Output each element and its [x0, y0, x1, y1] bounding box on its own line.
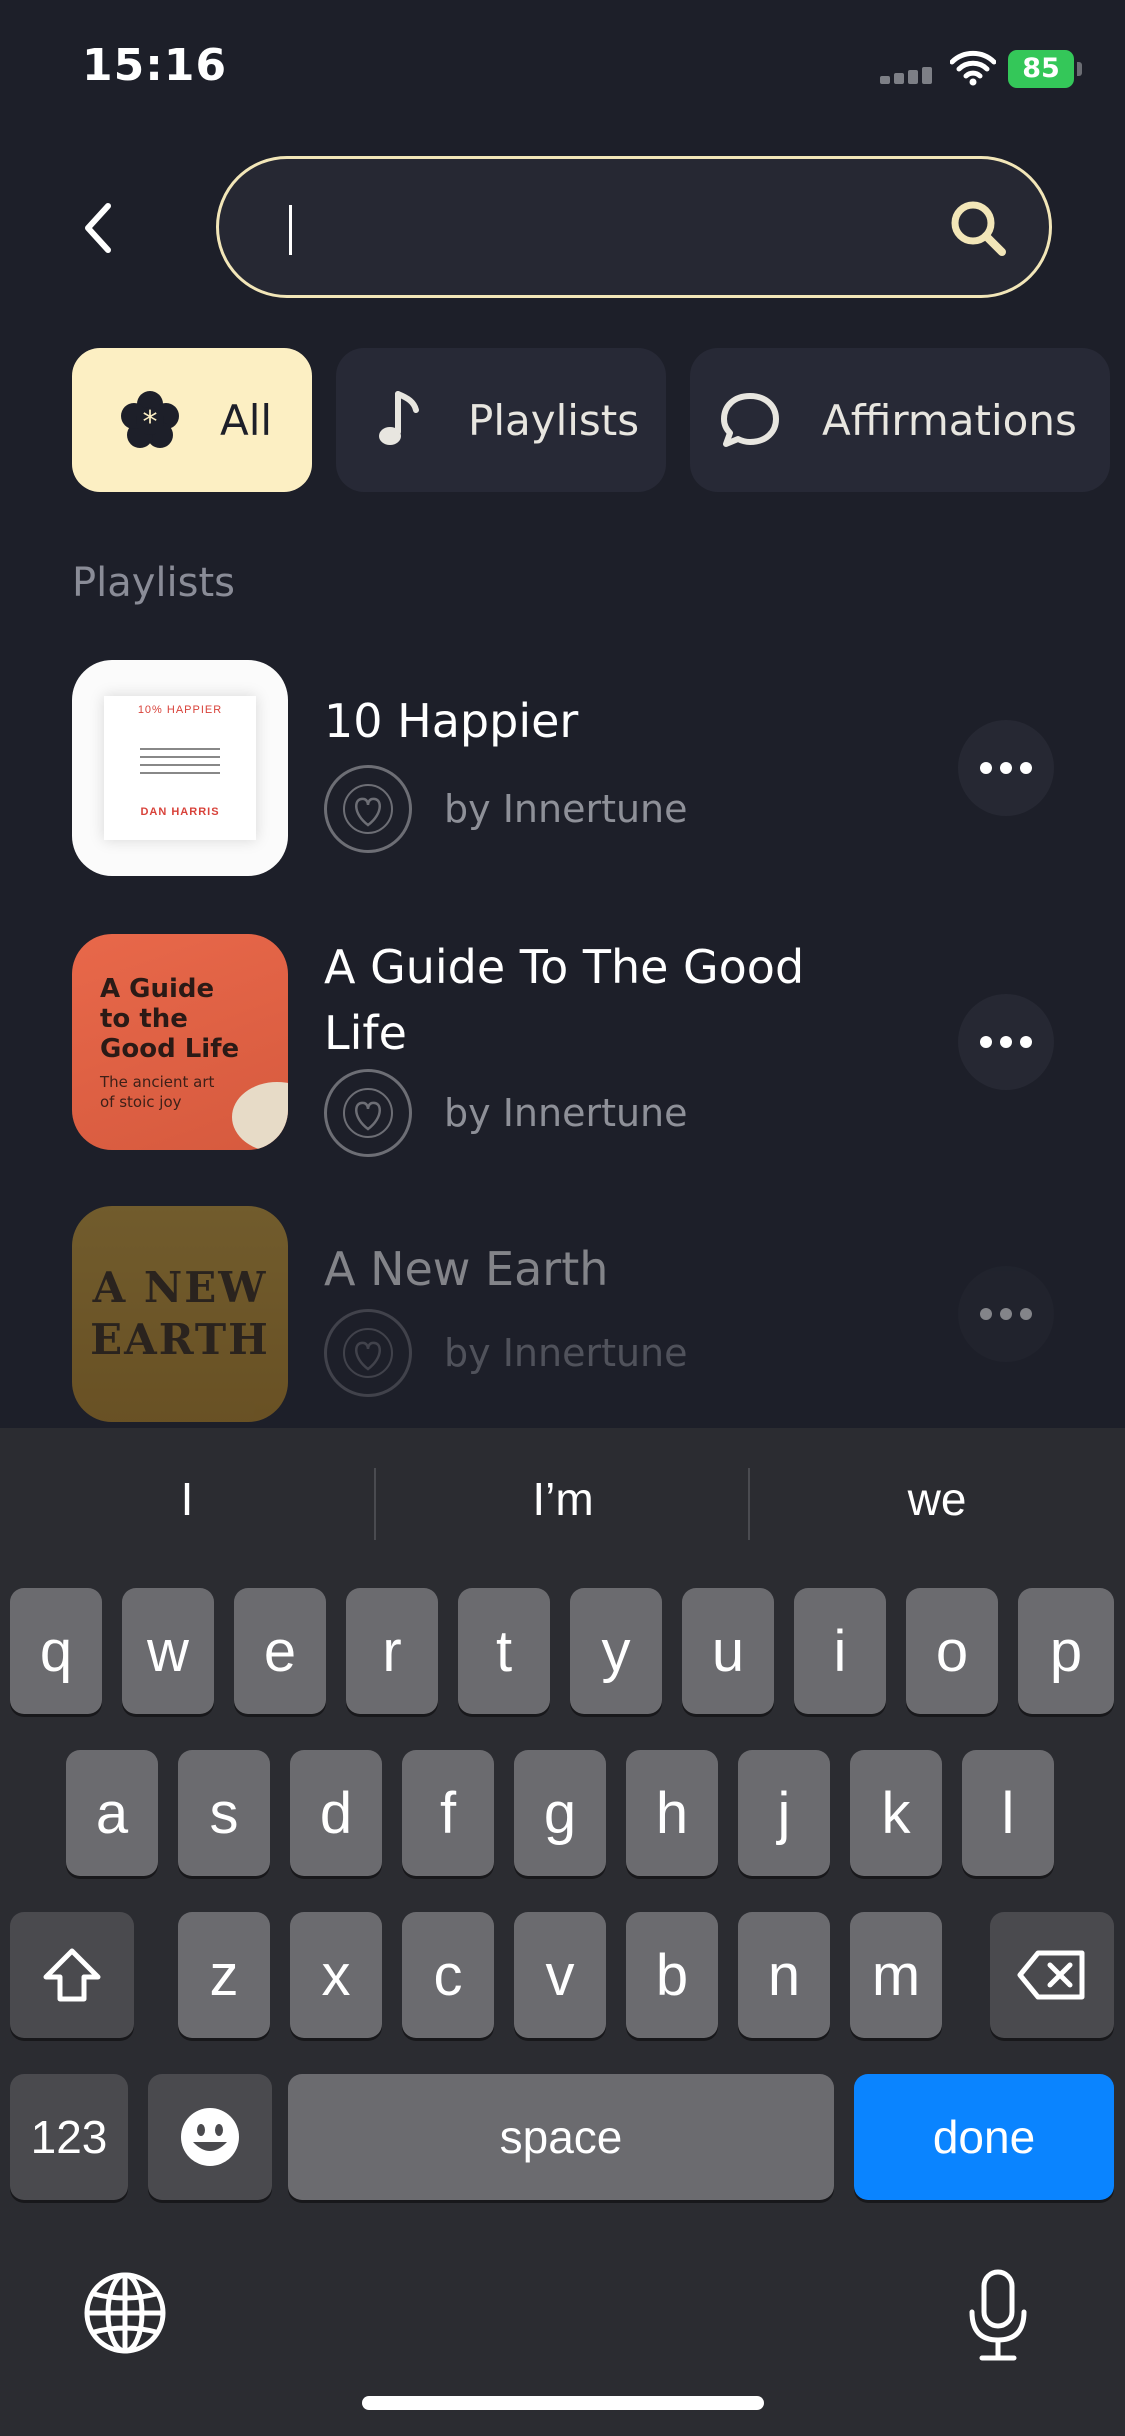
key-z[interactable]: z	[178, 1912, 270, 2038]
text-caret	[289, 205, 292, 255]
key-r[interactable]: r	[346, 1588, 438, 1714]
key-t[interactable]: t	[458, 1588, 550, 1714]
playlist-row[interactable]: 10% HAPPIER DAN HARRIS 10 Happier by Inn…	[0, 660, 1125, 880]
innertune-logo-icon	[324, 1069, 412, 1157]
key-v[interactable]: v	[514, 1912, 606, 2038]
keyboard-suggestions: I I’m we	[0, 1428, 1125, 1578]
battery-indicator: 85	[1008, 50, 1074, 88]
author-name: by Innertune	[444, 1091, 688, 1135]
speech-bubble-icon	[721, 393, 779, 447]
home-indicator	[362, 2396, 764, 2410]
key-p[interactable]: p	[1018, 1588, 1114, 1714]
search-screen: 15:16 85 * All Playlists Affirmations Pl…	[0, 0, 1125, 2436]
cover-author: DAN HARRIS	[140, 806, 220, 818]
statue-bust-image	[232, 1082, 288, 1150]
numbers-key[interactable]: 123	[10, 2074, 128, 2200]
playlist-cover: 10% HAPPIER DAN HARRIS	[72, 660, 288, 876]
shift-arrow-icon	[43, 1948, 101, 2002]
key-b[interactable]: b	[626, 1912, 718, 2038]
playlist-cover: A Guide to the Good Life The ancient art…	[72, 934, 288, 1150]
playlist-row[interactable]: A Guide to the Good Life The ancient art…	[0, 934, 1125, 1157]
suggestion-3[interactable]: we	[750, 1472, 1124, 1526]
key-n[interactable]: n	[738, 1912, 830, 2038]
author-name: by Innertune	[444, 1331, 688, 1375]
key-h[interactable]: h	[626, 1750, 718, 1876]
search-input[interactable]	[299, 189, 919, 269]
playlist-author: by Innertune	[324, 1309, 688, 1397]
key-i[interactable]: i	[794, 1588, 886, 1714]
cover-title: A Guide to the Good Life	[100, 974, 240, 1064]
key-c[interactable]: c	[402, 1912, 494, 2038]
shift-key[interactable]	[10, 1912, 134, 2038]
key-k[interactable]: k	[850, 1750, 942, 1876]
suggestion-2[interactable]: I’m	[376, 1472, 750, 1526]
emoji-icon	[181, 2108, 239, 2166]
key-l[interactable]: l	[962, 1750, 1054, 1876]
back-button[interactable]	[70, 196, 126, 260]
key-x[interactable]: x	[290, 1912, 382, 2038]
more-options-button[interactable]	[958, 1266, 1054, 1362]
playlist-author: by Innertune	[324, 765, 688, 853]
backspace-key[interactable]	[990, 1912, 1114, 2038]
section-title: Playlists	[72, 560, 236, 606]
filter-chip-affirmations[interactable]: Affirmations	[690, 348, 1110, 492]
key-d[interactable]: d	[290, 1750, 382, 1876]
system-keyboard: I I’m we q w e r t y u i o p a s d f g h…	[0, 1428, 1125, 2436]
playlist-author: by Innertune	[324, 1069, 688, 1157]
music-note-icon	[379, 391, 419, 445]
book-cover-page: 10% HAPPIER DAN HARRIS	[104, 696, 256, 840]
playlist-title: A New Earth	[324, 1242, 609, 1296]
search-icon[interactable]	[947, 197, 1009, 259]
key-e[interactable]: e	[234, 1588, 326, 1714]
suggestion-1[interactable]: I	[0, 1472, 374, 1526]
wifi-icon	[950, 50, 996, 86]
key-s[interactable]: s	[178, 1750, 270, 1876]
filter-chip-label: Affirmations	[822, 396, 1077, 445]
chevron-left-icon	[85, 203, 111, 253]
playlist-title: A Guide To The Good Life	[324, 940, 805, 1060]
status-time: 15:16	[82, 40, 228, 91]
battery-nub	[1077, 62, 1082, 76]
key-w[interactable]: w	[122, 1588, 214, 1714]
emoji-key[interactable]	[148, 2074, 272, 2200]
filter-chip-label: All	[220, 396, 273, 445]
key-a[interactable]: a	[66, 1750, 158, 1876]
key-j[interactable]: j	[738, 1750, 830, 1876]
key-o[interactable]: o	[906, 1588, 998, 1714]
cover-title: A NEW EARTH	[90, 1263, 270, 1364]
cellular-signal-icon	[880, 66, 934, 84]
done-key[interactable]: done	[854, 2074, 1114, 2200]
flower-star-icon: *	[121, 391, 179, 448]
svg-text:*: *	[143, 405, 158, 440]
filter-chip-all[interactable]: * All	[72, 348, 312, 492]
cover-title: 10% HAPPIER	[137, 704, 223, 716]
playlist-cover: A NEW EARTH	[72, 1206, 288, 1422]
space-key[interactable]: space	[288, 2074, 834, 2200]
globe-icon[interactable]	[82, 2270, 168, 2356]
filter-chip-label: Playlists	[468, 396, 640, 445]
backspace-icon	[1017, 1950, 1085, 2000]
more-options-button[interactable]	[958, 994, 1054, 1090]
innertune-logo-icon	[324, 765, 412, 853]
battery-level: 85	[1022, 53, 1060, 84]
key-q[interactable]: q	[10, 1588, 102, 1714]
microphone-icon[interactable]	[966, 2268, 1030, 2364]
playlist-row[interactable]: A NEW EARTH A New Earth by Innertune	[0, 1206, 1125, 1426]
cover-text-lines	[140, 742, 220, 780]
author-name: by Innertune	[444, 787, 688, 831]
key-g[interactable]: g	[514, 1750, 606, 1876]
innertune-logo-icon	[324, 1309, 412, 1397]
key-y[interactable]: y	[570, 1588, 662, 1714]
filter-chip-playlists[interactable]: Playlists	[336, 348, 666, 492]
key-u[interactable]: u	[682, 1588, 774, 1714]
cover-subtitle: The ancient art of stoic joy	[100, 1073, 215, 1111]
more-options-button[interactable]	[958, 720, 1054, 816]
search-bar[interactable]	[216, 156, 1052, 298]
playlist-title: 10 Happier	[324, 694, 579, 748]
key-f[interactable]: f	[402, 1750, 494, 1876]
key-m[interactable]: m	[850, 1912, 942, 2038]
